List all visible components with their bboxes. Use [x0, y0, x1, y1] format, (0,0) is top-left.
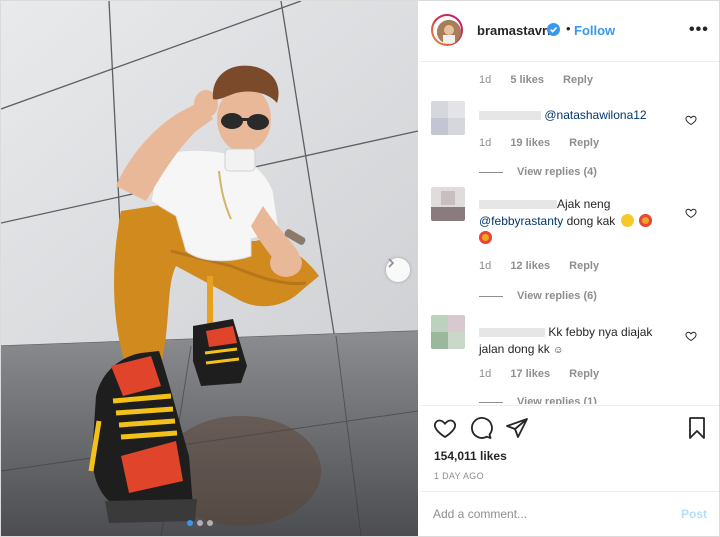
avatar-ring [433, 16, 461, 44]
username-link[interactable]: bramastavrl [477, 23, 551, 38]
blurred-username [479, 200, 557, 210]
verified-badge-icon [547, 23, 560, 36]
view-replies-label: View replies (6) [517, 290, 597, 302]
heart-icon[interactable] [433, 416, 457, 440]
comment-meta: 1d 5 likes Reply [479, 74, 609, 86]
carousel-next-button[interactable] [386, 258, 410, 282]
blurred-avatar-image [431, 101, 465, 135]
chevron-right-icon [388, 258, 395, 268]
comment-likes[interactable]: 12 likes [510, 260, 550, 272]
carousel-dot-active [187, 520, 193, 526]
comment-likes[interactable]: 19 likes [510, 137, 550, 149]
commenter-avatar[interactable] [431, 315, 465, 349]
add-comment-bar: Add a comment... Post [419, 491, 719, 536]
smiley-icon: ☺ [553, 345, 564, 356]
comment-icon[interactable] [469, 416, 493, 440]
share-icon[interactable] [505, 416, 529, 440]
post-header: bramastavrl • Follow ••• [419, 1, 719, 62]
comment-body-prefix: Ajak neng [557, 197, 611, 211]
post-actions: 154,011 likes 1 DAY AGO [419, 405, 719, 491]
carousel-dot [207, 520, 213, 526]
blurred-username [479, 111, 541, 121]
blurred-username [479, 328, 545, 338]
carousel-dot [197, 520, 203, 526]
comment-body-suffix: dong kak [566, 214, 616, 228]
comment-meta: 1d 19 likes Reply [479, 137, 615, 149]
view-replies-button[interactable]: View replies (1) [479, 396, 597, 404]
comment-text: Kk febby nya diajak jalan dong kk ☺ [479, 324, 679, 359]
reply-button[interactable]: Reply [569, 368, 599, 380]
avatar-image [437, 20, 461, 44]
comment-time: 1d [479, 260, 492, 272]
avatar-photo [437, 20, 461, 44]
heart-eyes-emoji-icon [479, 231, 492, 244]
photo-illustration [1, 1, 418, 536]
comment-meta: 1d 12 likes Reply [479, 260, 615, 272]
reply-button[interactable]: Reply [569, 137, 599, 149]
reply-button[interactable]: Reply [563, 74, 593, 86]
comment-time: 1d [479, 137, 492, 149]
view-replies-label: View replies (1) [517, 396, 597, 404]
heart-eyes-emoji-icon [638, 214, 652, 227]
post-side-panel: bramastavrl • Follow ••• 1d 5 likes Repl… [419, 1, 719, 536]
like-comment-heart-icon[interactable] [685, 330, 697, 342]
mention-link[interactable]: @natashawilona12 [544, 108, 646, 122]
post-comment-button[interactable]: Post [681, 507, 707, 521]
blurred-avatar-image [431, 315, 465, 349]
comment-time: 1d [479, 74, 492, 86]
post-date[interactable]: 1 DAY AGO [434, 471, 484, 481]
carousel-indicator [187, 520, 213, 526]
commenter-avatar[interactable] [431, 101, 465, 135]
blurred-avatar-image [431, 187, 465, 221]
commenter-avatar[interactable] [431, 187, 465, 221]
mention-link[interactable]: @febbyrastanty [479, 214, 563, 228]
comment-likes[interactable]: 5 likes [510, 74, 544, 86]
follow-button[interactable]: Follow [574, 23, 615, 38]
comment-meta: 1d 17 likes Reply [479, 368, 615, 380]
like-comment-heart-icon[interactable] [685, 114, 697, 126]
header-separator: • [566, 21, 571, 36]
post-photo[interactable] [1, 1, 418, 536]
comment-text: Ajak neng @febbyrastanty dong kak [479, 196, 684, 247]
view-replies-button[interactable]: View replies (4) [479, 166, 597, 178]
avatar[interactable] [431, 14, 463, 46]
replies-line [479, 171, 503, 173]
view-replies-button[interactable]: View replies (6) [479, 290, 597, 302]
reply-button[interactable]: Reply [569, 260, 599, 272]
view-replies-label: View replies (4) [517, 166, 597, 178]
more-options-icon[interactable]: ••• [689, 21, 709, 39]
add-comment-input[interactable]: Add a comment... [433, 507, 527, 521]
comment-time: 1d [479, 368, 492, 380]
likes-count[interactable]: 154,011 likes [434, 449, 507, 463]
instagram-post-modal: bramastavrl • Follow ••• 1d 5 likes Repl… [0, 0, 720, 537]
replies-line [479, 401, 503, 403]
replies-line [479, 295, 503, 297]
grinning-emoji-icon [620, 214, 634, 227]
bookmark-icon[interactable] [685, 416, 709, 440]
like-comment-heart-icon[interactable] [685, 207, 697, 219]
comment-text: @natashawilona12 [479, 107, 684, 124]
comment-likes[interactable]: 17 likes [510, 368, 550, 380]
comments-list[interactable]: 1d 5 likes Reply @natashawilona12 1d 19 … [419, 62, 719, 404]
